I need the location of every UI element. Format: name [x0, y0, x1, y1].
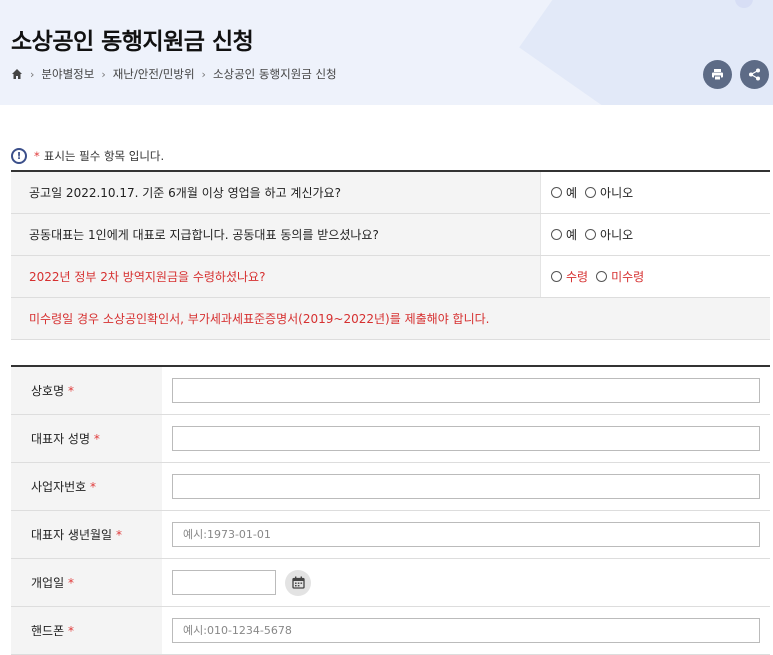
radio-option-no[interactable]: 아니오	[585, 226, 633, 243]
radio-option-received[interactable]: 수령	[551, 268, 588, 285]
radio-option-yes[interactable]: 예	[551, 184, 577, 201]
calendar-icon	[291, 576, 305, 589]
required-star: *	[67, 383, 74, 398]
field-label: 대표자 성명 *	[11, 415, 162, 462]
question-row: 공고일 2022.10.17. 기준 6개월 이상 영업을 하고 계신가요? 예…	[11, 172, 770, 214]
question-row: 2022년 정부 2차 방역지원금을 수령하셨나요? 수령 미수령	[11, 256, 770, 298]
chevron-right-icon: ›	[30, 67, 35, 81]
share-button[interactable]	[740, 60, 769, 89]
required-notice-text: 표시는 필수 항목 입니다.	[43, 149, 165, 163]
required-star: *	[90, 479, 97, 494]
required-star: *	[115, 527, 122, 542]
radio-button[interactable]	[596, 271, 608, 282]
required-star: *	[67, 575, 74, 590]
mobile-phone-input[interactable]	[172, 618, 760, 643]
share-icon	[749, 68, 760, 81]
page-title: 소상공인 동행지원금 신청	[11, 29, 254, 55]
radio-option-not-received[interactable]: 미수령	[596, 268, 644, 285]
eligibility-questions: 공고일 2022.10.17. 기준 6개월 이상 영업을 하고 계신가요? 예…	[11, 170, 770, 340]
chevron-right-icon: ›	[201, 67, 206, 81]
radio-button[interactable]	[551, 187, 562, 198]
radio-button[interactable]	[585, 187, 597, 198]
question-text: 2022년 정부 2차 방역지원금을 수령하셨나요?	[11, 256, 541, 297]
question-row: 공동대표는 1인에게 대표로 지급합니다. 공동대표 동의를 받으셨나요? 예 …	[11, 214, 770, 256]
radio-button[interactable]	[585, 229, 597, 240]
header-decoration	[519, 0, 773, 105]
question-note: 미수령일 경우 소상공인확인서, 부가세과세표준증명서(2019~2022년)를…	[11, 298, 770, 340]
applicant-form: 상호명 * 대표자 성명 * 사업자번호 * 대표자 생년월일 * 개업일 * …	[11, 365, 770, 655]
breadcrumb-current: 소상공인 동행지원금 신청	[212, 67, 337, 81]
breadcrumb-item[interactable]: 분야별정보	[41, 66, 94, 82]
field-label: 대표자 생년월일 *	[11, 511, 162, 558]
required-star: *	[34, 149, 40, 163]
birthdate-input[interactable]	[172, 522, 760, 547]
form-row: 사업자번호 *	[11, 463, 770, 511]
radio-button[interactable]	[551, 229, 562, 240]
field-label: 핸드폰 *	[11, 607, 162, 654]
answer-options: 예 아니오	[541, 172, 770, 213]
representative-name-input[interactable]	[172, 426, 760, 451]
required-notice: ! * 표시는 필수 항목 입니다.	[11, 148, 164, 164]
required-star: *	[67, 623, 74, 638]
field-label: 개업일 *	[11, 559, 162, 606]
answer-options: 예 아니오	[541, 214, 770, 255]
info-icon: !	[11, 148, 27, 164]
field-label: 상호명 *	[11, 367, 162, 414]
business-number-input[interactable]	[172, 474, 760, 499]
print-button[interactable]	[703, 60, 732, 89]
question-text: 공동대표는 1인에게 대표로 지급합니다. 공동대표 동의를 받으셨나요?	[11, 214, 541, 255]
form-row: 대표자 생년월일 *	[11, 511, 770, 559]
required-star: *	[93, 431, 100, 446]
breadcrumb: › 분야별정보 › 재난/안전/민방위 › 소상공인 동행지원금 신청	[11, 66, 337, 82]
form-row: 상호명 *	[11, 367, 770, 415]
opening-date-input[interactable]	[172, 570, 276, 595]
home-icon[interactable]	[11, 68, 23, 80]
answer-options: 수령 미수령	[541, 256, 770, 297]
calendar-button[interactable]	[285, 569, 311, 596]
chevron-right-icon: ›	[101, 67, 106, 81]
print-icon	[712, 69, 723, 81]
question-text: 공고일 2022.10.17. 기준 6개월 이상 영업을 하고 계신가요?	[11, 172, 541, 213]
radio-option-no[interactable]: 아니오	[585, 184, 633, 201]
form-row: 대표자 성명 *	[11, 415, 770, 463]
radio-option-yes[interactable]: 예	[551, 226, 577, 243]
business-name-input[interactable]	[172, 378, 760, 403]
breadcrumb-item[interactable]: 재난/안전/민방위	[113, 66, 195, 82]
radio-button[interactable]	[551, 271, 562, 282]
form-row: 개업일 *	[11, 559, 770, 607]
page-header: 소상공인 동행지원금 신청 › 분야별정보 › 재난/안전/민방위 › 소상공인…	[0, 0, 773, 105]
field-label: 사업자번호 *	[11, 463, 162, 510]
